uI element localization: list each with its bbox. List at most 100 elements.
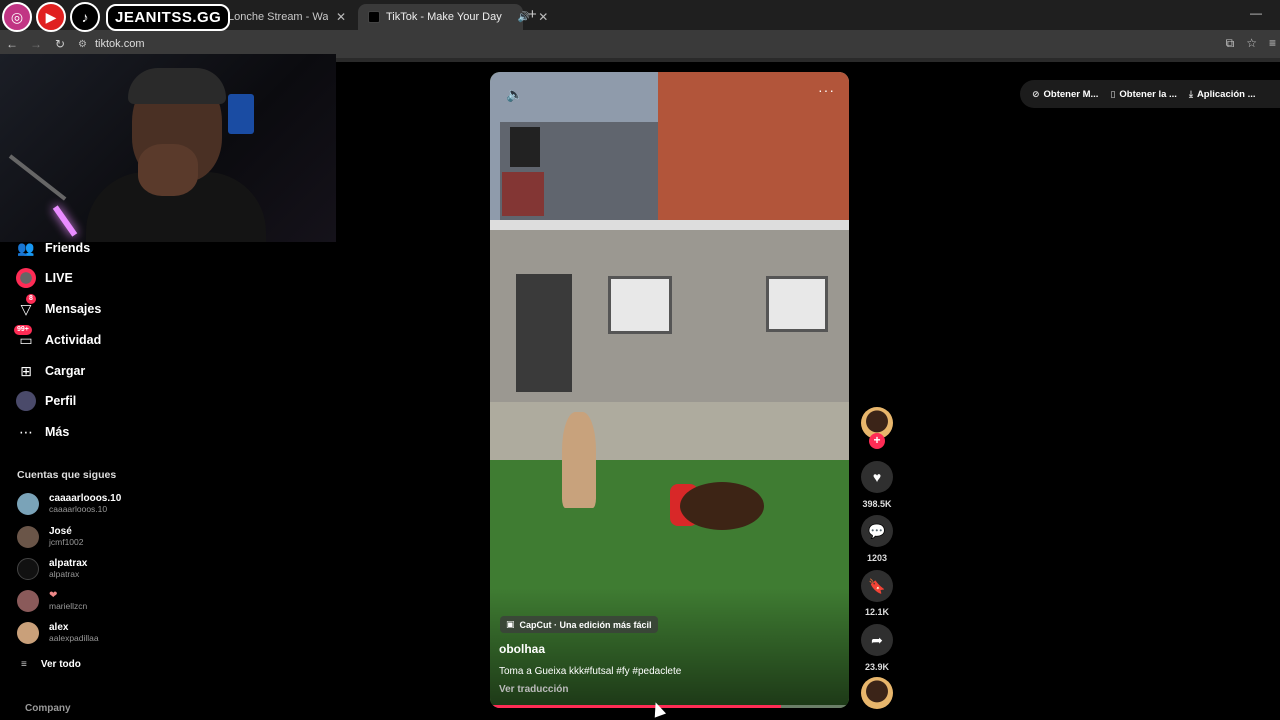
- download-app-button[interactable]: ⤓ Aplicación ...: [1189, 89, 1256, 100]
- sidebar-item-upload[interactable]: ⊞ Cargar: [16, 360, 85, 382]
- following-account[interactable]: caaaarlooos.10 caaaarlooos.10: [17, 493, 121, 515]
- account-name: alex: [49, 622, 69, 633]
- music-disc-icon[interactable]: [861, 677, 893, 709]
- follow-plus-icon[interactable]: +: [869, 433, 885, 449]
- capcut-label: CapCut · Una edición más fácil: [519, 619, 652, 630]
- account-username: jcmf1002: [49, 537, 84, 547]
- sidebar-item-label: Friends: [45, 241, 91, 255]
- following-account[interactable]: alpatrax alpatrax: [17, 558, 87, 580]
- avatar: [17, 622, 39, 644]
- sidebar-item-label: LIVE: [45, 271, 73, 285]
- account-username: aalexpadillaa: [49, 633, 99, 643]
- video-scene-door: [516, 274, 572, 392]
- share-icon: ➦: [871, 631, 883, 648]
- upload-icon: ⊞: [20, 362, 32, 379]
- webcam-person-hand: [138, 144, 198, 196]
- like-button[interactable]: ♥: [861, 461, 893, 493]
- bookmark-icon: 🔖: [868, 577, 886, 594]
- stream-overlay-socials: ◎ ▶ ♪ JEANITSS.GG: [0, 0, 231, 34]
- account-username: caaaarlooos.10: [49, 504, 108, 514]
- sidebar-item-profile[interactable]: Perfil: [16, 390, 76, 412]
- capcut-icon: ▣: [506, 619, 515, 629]
- live-icon: [16, 268, 36, 288]
- forward-icon[interactable]: →: [24, 37, 48, 51]
- pill-label: Aplicación ...: [1196, 88, 1256, 100]
- phone-icon: ▯: [1110, 88, 1116, 99]
- video-scene-fence: [490, 402, 849, 462]
- sidebar-item-label: Más: [45, 425, 70, 439]
- url-field[interactable]: ⚙ tiktok.com: [78, 38, 144, 50]
- video-scene-player-fallen: [680, 482, 764, 530]
- reload-icon[interactable]: ↻: [48, 37, 72, 51]
- tiktok-icon: ♪: [70, 2, 100, 32]
- download-icon: ⤓: [1188, 88, 1193, 99]
- install-app-icon[interactable]: ⧉: [1226, 36, 1235, 51]
- tiktok-favicon-icon: [368, 11, 380, 23]
- video-caption[interactable]: Toma a Gueixa kkk#futsal #fy #pedaclete: [499, 666, 681, 677]
- activity-icon: ▭ 99+: [14, 325, 36, 350]
- avatar: [17, 558, 39, 580]
- see-all-button[interactable]: ≡ Ver todo: [21, 659, 81, 670]
- extensions-icon[interactable]: ≡: [1269, 36, 1276, 51]
- back-icon[interactable]: ←: [0, 37, 24, 51]
- sidebar-item-label: Mensajes: [45, 302, 102, 316]
- video-progress-bar[interactable]: [490, 705, 849, 708]
- account-name: José: [49, 526, 72, 537]
- following-account[interactable]: alex aalexpadillaa: [17, 622, 99, 644]
- sidebar-item-more[interactable]: ⋯ Más: [16, 421, 69, 443]
- video-player[interactable]: 🔈 ··· ▣ CapCut · Una edición más fácil o…: [490, 72, 849, 708]
- streamer-brand: JEANITSS.GG: [106, 3, 231, 31]
- site-settings-icon[interactable]: ⚙: [78, 39, 87, 50]
- bookmark-star-icon[interactable]: ☆: [1246, 36, 1257, 51]
- comment-button[interactable]: 💬: [861, 515, 893, 547]
- translate-link[interactable]: Ver traducción: [499, 684, 568, 695]
- avatar: [17, 590, 39, 612]
- heart-icon: ♥: [872, 469, 882, 485]
- url-text: tiktok.com: [94, 38, 145, 50]
- coin-icon: ⊘: [1032, 88, 1040, 99]
- webcam-mic-arm: [8, 154, 67, 201]
- save-count: 12.1K: [864, 607, 890, 617]
- sidebar-item-activity[interactable]: ▭ 99+ Actividad: [14, 325, 101, 351]
- share-button[interactable]: ➦: [861, 624, 893, 656]
- avatar: [17, 493, 39, 515]
- webcam-monitor: [228, 94, 254, 134]
- video-more-icon[interactable]: ···: [818, 82, 835, 98]
- minimize-button[interactable]: —: [1250, 6, 1262, 20]
- pill-label: Obtener M...: [1043, 88, 1099, 100]
- video-scene-player-standing: [562, 412, 596, 508]
- video-scene-balcony: [502, 172, 544, 216]
- save-button[interactable]: 🔖: [861, 570, 893, 602]
- account-name: ❤: [49, 590, 58, 601]
- get-coins-button[interactable]: ⊘ Obtener M...: [1032, 89, 1098, 100]
- account-username: alpatrax: [49, 569, 80, 579]
- volume-icon[interactable]: 🔈: [506, 86, 523, 103]
- sidebar-item-label: Cargar: [45, 364, 86, 378]
- share-count: 23.9K: [864, 662, 890, 672]
- comment-icon: 💬: [868, 522, 886, 539]
- comment-count: 1203: [866, 553, 888, 563]
- page-top-strip: [336, 58, 1280, 62]
- following-account[interactable]: José jcmf1002: [17, 526, 84, 548]
- like-count: 398.5K: [862, 499, 892, 509]
- tab-title: Lonche Stream - Watch Live or: [228, 11, 328, 23]
- capcut-tag[interactable]: ▣ CapCut · Una edición más fácil: [500, 616, 658, 633]
- streamer-webcam: [0, 54, 336, 242]
- profile-icon: [16, 391, 36, 411]
- get-app-button[interactable]: ▯ Obtener la ...: [1110, 89, 1177, 100]
- following-account[interactable]: ❤ mariellzcn: [17, 590, 87, 612]
- new-tab-button[interactable]: +: [528, 6, 537, 23]
- tab-tiktok[interactable]: TikTok - Make Your Day 🔊 ✕: [358, 4, 548, 30]
- sidebar-item-messages[interactable]: ▽ 8 Mensajes: [16, 294, 102, 320]
- avatar: [17, 526, 39, 548]
- top-right-actions: ⊘ Obtener M... ▯ Obtener la ... ⤓ Aplica…: [1020, 80, 1280, 108]
- company-link[interactable]: Company: [25, 703, 71, 714]
- close-tab-icon[interactable]: ✕: [328, 10, 346, 24]
- sidebar-item-live[interactable]: LIVE: [16, 267, 73, 289]
- video-scene-window: [608, 276, 672, 334]
- video-author[interactable]: obolhaa: [499, 642, 545, 656]
- account-name: caaaarlooos.10: [49, 493, 122, 504]
- webcam-headphones: [128, 68, 226, 104]
- webcam-led-light: [52, 205, 78, 237]
- video-progress-fill: [490, 705, 781, 708]
